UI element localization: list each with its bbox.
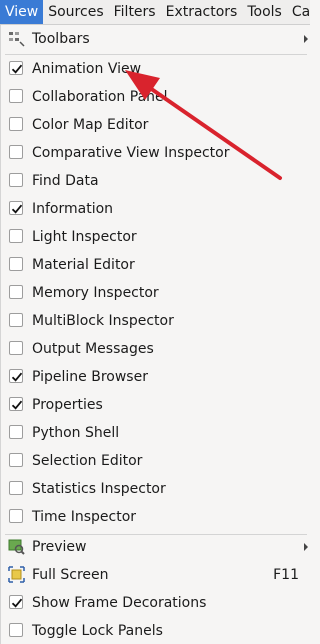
menu-bar: View Sources Filters Extractors Tools Ca… bbox=[0, 0, 310, 25]
menu-item-label: Pipeline Browser bbox=[32, 369, 148, 385]
checkbox[interactable] bbox=[9, 173, 23, 187]
menu-item-label: Collaboration Panel bbox=[32, 89, 168, 105]
checkbox[interactable] bbox=[9, 425, 23, 439]
menu-extractors[interactable]: Extractors bbox=[161, 0, 243, 24]
menu-item-selection-editor[interactable]: Selection Editor bbox=[1, 448, 311, 474]
menu-item-label: Time Inspector bbox=[32, 509, 137, 525]
checkbox[interactable] bbox=[9, 257, 23, 271]
menu-item-comparative-view-inspector[interactable]: Comparative View Inspector bbox=[1, 140, 311, 166]
menu-item-information[interactable]: Information bbox=[1, 196, 311, 222]
menu-item-material-editor[interactable]: Material Editor bbox=[1, 252, 311, 278]
menu-item-toggle-lock-panels[interactable]: Toggle Lock Panels bbox=[1, 618, 311, 644]
checkmark-icon bbox=[11, 598, 23, 608]
menu-item-color-map-editor[interactable]: Color Map Editor bbox=[1, 112, 311, 138]
menu-item-memory-inspector[interactable]: Memory Inspector bbox=[1, 280, 311, 306]
menu-item-label: Show Frame Decorations bbox=[32, 595, 207, 611]
view-menu-dropdown: Toolbars Animation View Collaboration Pan… bbox=[0, 25, 311, 644]
checkbox[interactable] bbox=[9, 341, 23, 355]
menu-item-label: Output Messages bbox=[32, 341, 154, 357]
checkbox[interactable] bbox=[9, 397, 23, 411]
menu-item-label: Full Screen bbox=[32, 567, 109, 583]
menu-item-label: MultiBlock Inspector bbox=[32, 313, 174, 329]
checkbox[interactable] bbox=[9, 61, 23, 75]
checkbox[interactable] bbox=[9, 481, 23, 495]
menu-item-label: Light Inspector bbox=[32, 229, 137, 245]
menu-item-toolbars[interactable]: Toolbars bbox=[1, 26, 311, 52]
checkmark-icon bbox=[11, 64, 23, 74]
toolbars-icon bbox=[8, 30, 25, 47]
menu-separator bbox=[5, 54, 307, 55]
preview-icon bbox=[8, 538, 25, 555]
menu-item-output-messages[interactable]: Output Messages bbox=[1, 336, 311, 362]
checkbox[interactable] bbox=[9, 313, 23, 327]
menu-view[interactable]: View bbox=[0, 0, 44, 24]
menu-item-collaboration-panel[interactable]: Collaboration Panel bbox=[1, 84, 311, 110]
menu-item-label: Information bbox=[32, 201, 114, 217]
checkbox[interactable] bbox=[9, 89, 23, 103]
menu-item-label: Properties bbox=[32, 397, 103, 413]
menu-item-time-inspector[interactable]: Time Inspector bbox=[1, 504, 311, 530]
menu-item-light-inspector[interactable]: Light Inspector bbox=[1, 224, 311, 250]
menu-item-label: Selection Editor bbox=[32, 453, 143, 469]
menu-catalyst[interactable]: Catalyst bbox=[287, 0, 310, 24]
checkmark-icon bbox=[11, 204, 23, 214]
menu-item-label: Find Data bbox=[32, 173, 99, 189]
menu-item-python-shell[interactable]: Python Shell bbox=[1, 420, 311, 446]
menu-item-find-data[interactable]: Find Data bbox=[1, 168, 311, 194]
menu-item-label: Comparative View Inspector bbox=[32, 145, 230, 161]
shortcut-label: F11 bbox=[273, 567, 299, 583]
checkbox[interactable] bbox=[9, 453, 23, 467]
menu-item-label: Toggle Lock Panels bbox=[32, 623, 163, 639]
menu-item-label: Python Shell bbox=[32, 425, 120, 441]
checkbox[interactable] bbox=[9, 595, 23, 609]
menu-filters[interactable]: Filters bbox=[109, 0, 161, 24]
menu-item-label: Color Map Editor bbox=[32, 117, 149, 133]
checkbox[interactable] bbox=[9, 509, 23, 523]
submenu-arrow-icon bbox=[304, 35, 308, 43]
checkbox[interactable] bbox=[9, 229, 23, 243]
checkmark-icon bbox=[11, 372, 23, 382]
menu-sources[interactable]: Sources bbox=[43, 0, 108, 24]
menu-item-label: Material Editor bbox=[32, 257, 135, 273]
checkbox[interactable] bbox=[9, 201, 23, 215]
menu-item-animation-view[interactable]: Animation View bbox=[1, 56, 311, 82]
menu-item-label: Toolbars bbox=[32, 31, 90, 47]
menu-item-statistics-inspector[interactable]: Statistics Inspector bbox=[1, 476, 311, 502]
menu-item-label: Animation View bbox=[32, 61, 142, 77]
menu-item-preview[interactable]: Preview bbox=[1, 534, 311, 560]
checkmark-icon bbox=[11, 400, 23, 410]
menu-tools[interactable]: Tools bbox=[242, 0, 287, 24]
checkbox[interactable] bbox=[9, 285, 23, 299]
submenu-arrow-icon bbox=[304, 543, 308, 551]
menu-item-properties[interactable]: Properties bbox=[1, 392, 311, 418]
fullscreen-icon bbox=[8, 566, 25, 583]
menu-item-full-screen[interactable]: Full Screen F11 bbox=[1, 562, 311, 588]
menu-item-label: Statistics Inspector bbox=[32, 481, 166, 497]
checkbox[interactable] bbox=[9, 145, 23, 159]
menu-item-show-frame-decorations[interactable]: Show Frame Decorations bbox=[1, 590, 311, 616]
checkbox[interactable] bbox=[9, 117, 23, 131]
menu-item-pipeline-browser[interactable]: Pipeline Browser bbox=[1, 364, 311, 390]
checkbox[interactable] bbox=[9, 369, 23, 383]
menu-item-label: Memory Inspector bbox=[32, 285, 159, 301]
checkbox[interactable] bbox=[9, 623, 23, 637]
menu-item-multiblock-inspector[interactable]: MultiBlock Inspector bbox=[1, 308, 311, 334]
menu-item-label: Preview bbox=[32, 539, 87, 555]
